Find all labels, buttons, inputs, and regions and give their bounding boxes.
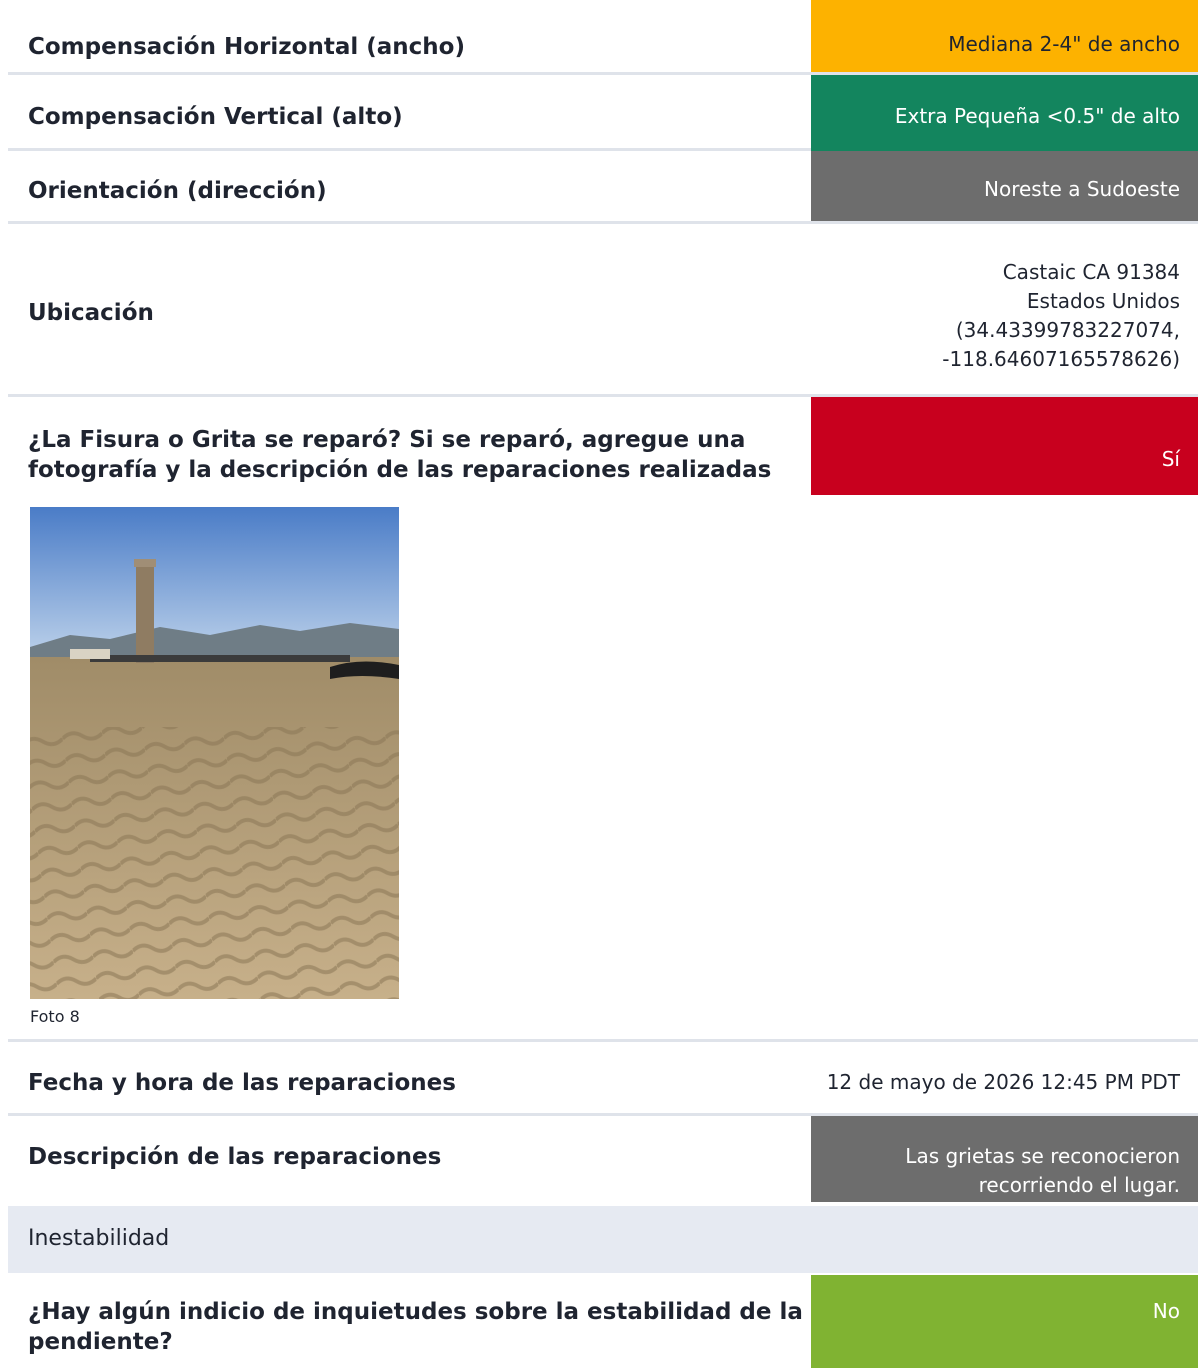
field-row-orientation: Orientación (dirección) Noreste a Sudoes… xyxy=(8,151,1198,224)
location-value: Castaic CA 91384 Estados Unidos (34.4339… xyxy=(942,258,1180,374)
field-label: Orientación (dirección) xyxy=(28,178,327,204)
field-value: Noreste a Sudoeste xyxy=(984,177,1180,201)
location-line: (34.43399783227074, xyxy=(955,318,1180,342)
field-label-line: ¿Hay algún indicio de inquietudes sobre … xyxy=(28,1299,803,1325)
field-value-badge: No xyxy=(811,1275,1198,1368)
field-row-location: Ubicación Castaic CA 91384 Estados Unido… xyxy=(8,224,1198,397)
field-row-slope-stability: ¿Hay algún indicio de inquietudes sobre … xyxy=(8,1273,1198,1368)
field-row-repair-date: Fecha y hora de las reparaciones 12 de m… xyxy=(8,1042,1198,1116)
field-label: ¿Hay algún indicio de inquietudes sobre … xyxy=(28,1297,803,1357)
field-value-badge: Sí xyxy=(811,397,1198,495)
field-label: Fecha y hora de las reparaciones xyxy=(28,1070,456,1096)
section-header-instability: Inestabilidad xyxy=(8,1206,1198,1273)
photo-caption: Foto 8 xyxy=(30,1007,80,1026)
field-value: Mediana 2-4" de ancho xyxy=(948,32,1180,56)
field-label-line: pendiente? xyxy=(28,1329,173,1355)
field-value: Extra Pequeña <0.5" de alto xyxy=(894,104,1180,128)
field-value-badge: Mediana 2-4" de ancho xyxy=(811,0,1198,72)
field-row-vertical-offset: Compensación Vertical (alto) Extra Peque… xyxy=(8,75,1198,151)
field-value-badge: Noreste a Sudoeste xyxy=(811,151,1198,221)
field-value-line: Las grietas se reconocieron xyxy=(905,1144,1180,1168)
field-value-badge: Extra Pequeña <0.5" de alto xyxy=(811,75,1198,151)
field-value: No xyxy=(1152,1299,1180,1323)
field-label: Compensación Vertical (alto) xyxy=(28,104,403,130)
location-line: Castaic CA 91384 xyxy=(1002,260,1180,284)
field-label: Ubicación xyxy=(28,300,154,326)
field-value: Las grietas se reconocieron recorriendo … xyxy=(905,1142,1180,1200)
field-row-repair-description: Descripción de las reparaciones Las grie… xyxy=(8,1116,1198,1202)
field-value-badge: Las grietas se reconocieron recorriendo … xyxy=(811,1116,1198,1202)
field-value: Sí xyxy=(1161,447,1180,471)
field-label-line: ¿La Fisura o Grita se reparó? Si se repa… xyxy=(28,427,746,453)
field-label: Compensación Horizontal (ancho) xyxy=(28,34,465,60)
field-label: ¿La Fisura o Grita se reparó? Si se repa… xyxy=(28,425,771,485)
section-title: Inestabilidad xyxy=(28,1226,170,1251)
field-value-line: recorriendo el lugar. xyxy=(978,1173,1180,1197)
location-line: Estados Unidos xyxy=(1026,289,1180,313)
location-line: -118.64607165578626) xyxy=(942,347,1180,371)
field-row-repaired: ¿La Fisura o Grita se reparó? Si se repa… xyxy=(8,397,1198,497)
field-row-horizontal-offset: Compensación Horizontal (ancho) Mediana … xyxy=(8,0,1198,75)
field-label-line: fotografía y la descripción de las repar… xyxy=(28,457,772,483)
repair-photo[interactable] xyxy=(30,507,399,999)
field-label: Descripción de las reparaciones xyxy=(28,1144,442,1170)
field-value: 12 de mayo de 2026 12:45 PM PDT xyxy=(826,1070,1180,1094)
